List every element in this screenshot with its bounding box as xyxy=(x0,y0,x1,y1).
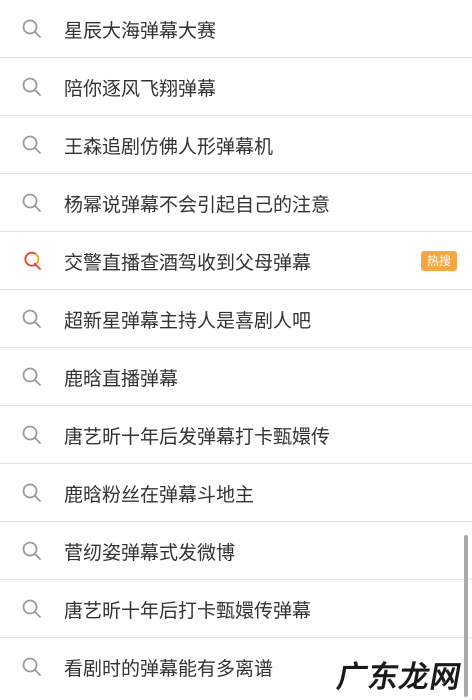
search-suggestion-list: 星辰大海弹幕大赛 陪你逐风飞翔弹幕 王森追剧仿佛人形弹幕机 杨幂说弹幕不会引起自… xyxy=(0,0,472,700)
search-icon xyxy=(21,192,43,214)
suggestion-label: 超新星弹幕主持人是喜剧人吧 xyxy=(64,309,312,332)
suggestion-label: 唐艺昕十年后打卡甄嬛传弹幕 xyxy=(64,599,312,622)
suggestion-item[interactable]: 唐艺昕十年后发弹幕打卡甄嬛传 xyxy=(0,406,472,464)
suggestion-item[interactable]: 王森追剧仿佛人形弹幕机 xyxy=(0,116,472,174)
suggestion-item[interactable]: 鹿晗粉丝在弹幕斗地主 xyxy=(0,464,472,522)
search-icon xyxy=(21,598,43,620)
suggestion-item-hot[interactable]: 交警直播查酒驾收到父母弹幕 热搜 xyxy=(0,232,472,290)
scrollbar[interactable] xyxy=(464,535,468,697)
suggestion-item[interactable]: 菅纫姿弹幕式发微博 xyxy=(0,522,472,580)
search-icon xyxy=(21,482,43,504)
suggestion-item[interactable]: 星辰大海弹幕大赛 xyxy=(0,0,472,58)
search-icon xyxy=(21,134,43,156)
watermark: 广东龙网 xyxy=(334,660,465,695)
hot-search-icon xyxy=(21,250,43,272)
suggestion-label: 交警直播查酒驾收到父母弹幕 xyxy=(64,251,312,274)
suggestion-label: 唐艺昕十年后发弹幕打卡甄嬛传 xyxy=(64,425,331,448)
suggestion-item[interactable]: 唐艺昕十年后打卡甄嬛传弹幕 xyxy=(0,580,472,638)
suggestion-label: 王森追剧仿佛人形弹幕机 xyxy=(64,135,274,158)
suggestion-label: 鹿晗粉丝在弹幕斗地主 xyxy=(64,483,255,506)
suggestion-label: 杨幂说弹幕不会引起自己的注意 xyxy=(64,193,331,216)
search-icon xyxy=(21,308,43,330)
suggestion-label: 看剧时的弹幕能有多离谱 xyxy=(64,657,274,680)
search-icon xyxy=(21,18,43,40)
search-icon xyxy=(21,424,43,446)
suggestion-label: 陪你逐风飞翔弹幕 xyxy=(64,77,217,100)
search-icon xyxy=(21,540,43,562)
search-icon xyxy=(21,76,43,98)
suggestion-item[interactable]: 陪你逐风飞翔弹幕 xyxy=(0,58,472,116)
suggestion-label: 菅纫姿弹幕式发微博 xyxy=(64,541,236,564)
hot-badge: 热搜 xyxy=(420,251,457,271)
suggestion-item[interactable]: 鹿晗直播弹幕 xyxy=(0,348,472,406)
suggestion-label: 鹿晗直播弹幕 xyxy=(64,367,179,390)
search-icon xyxy=(21,366,43,388)
suggestion-label: 星辰大海弹幕大赛 xyxy=(64,19,217,42)
suggestion-item[interactable]: 杨幂说弹幕不会引起自己的注意 xyxy=(0,174,472,232)
suggestion-item[interactable]: 超新星弹幕主持人是喜剧人吧 xyxy=(0,290,472,348)
search-icon xyxy=(21,656,43,678)
